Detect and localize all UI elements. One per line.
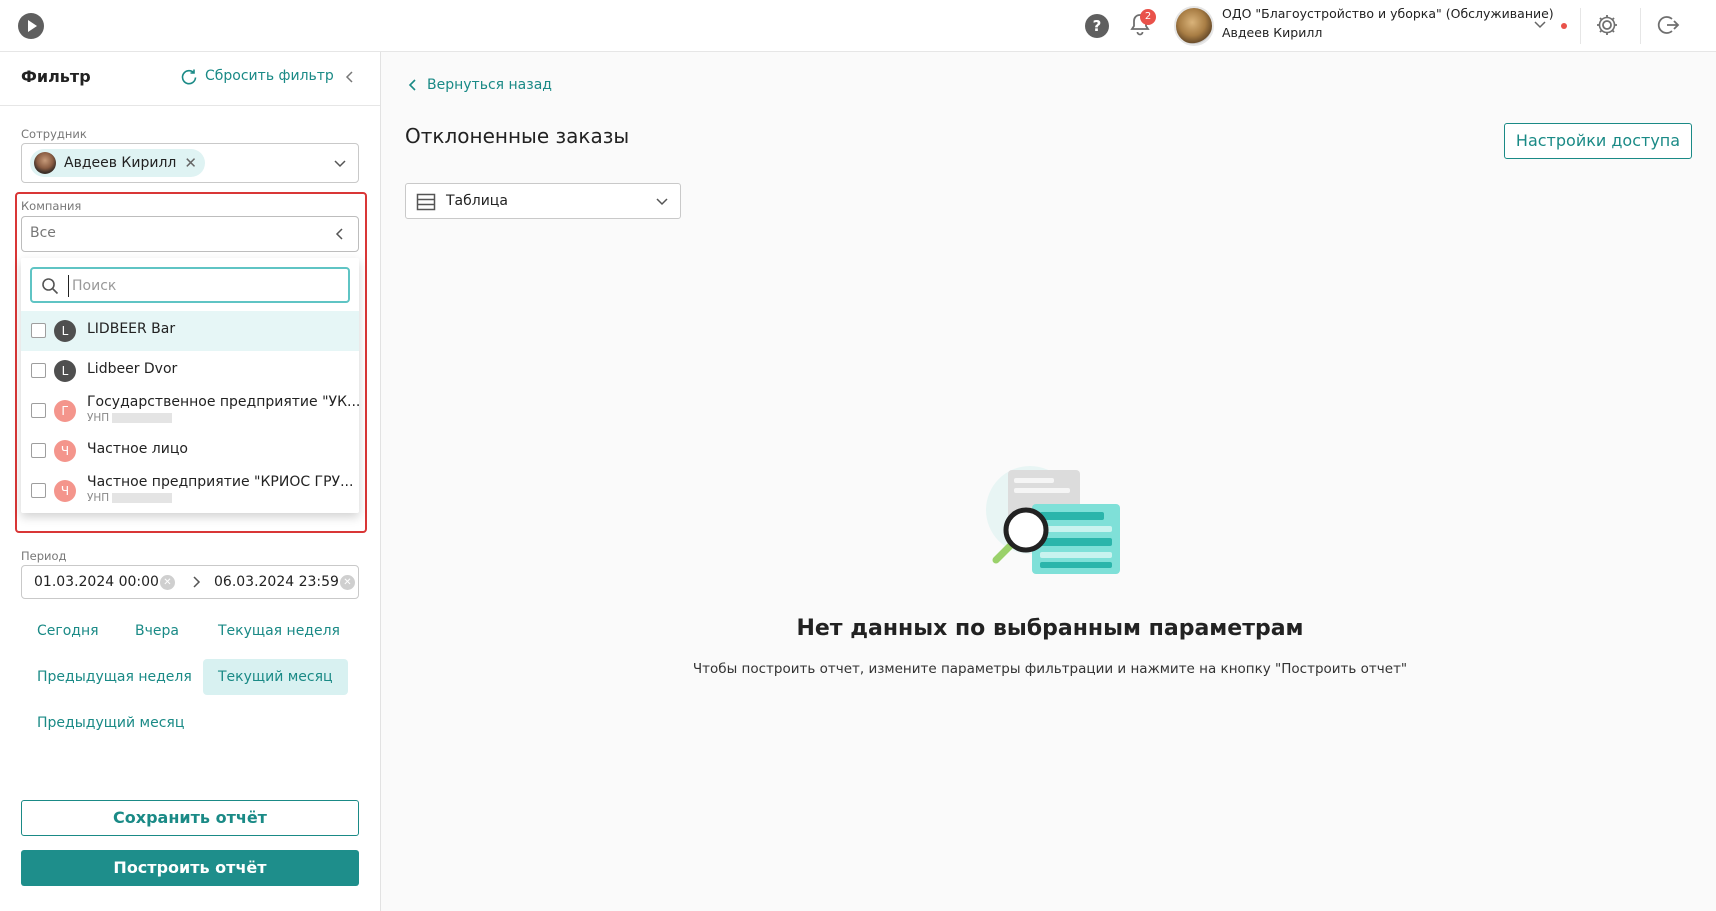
chevron-down-icon[interactable] — [332, 155, 348, 171]
view-label: Таблица — [446, 193, 508, 209]
company-search[interactable] — [30, 267, 350, 303]
logout-icon[interactable] — [1655, 12, 1681, 38]
user-name[interactable]: Авдеев Кирилл — [1222, 25, 1322, 40]
period-label: Период — [21, 549, 67, 563]
list-item[interactable]: Г Государственное предприятие "УК... УНП — [21, 391, 359, 431]
close-icon[interactable]: ✕ — [184, 154, 197, 172]
back-label: Вернуться назад — [427, 77, 552, 93]
filter-header: Фильтр Сбросить фильтр — [0, 52, 380, 106]
help-icon[interactable]: ? — [1085, 14, 1109, 38]
company-select[interactable]: Все — [21, 216, 359, 252]
unp-label: УНП — [87, 492, 110, 504]
company-dropdown: L LIDBEER Bar L Lidbeer Dvor Г Государст… — [21, 258, 359, 513]
avatar: Г — [54, 400, 76, 422]
chevron-left-icon — [408, 79, 416, 91]
company-option-label: LIDBEER Bar — [87, 321, 176, 337]
period-to[interactable]: 06.03.2024 23:59 — [214, 574, 339, 590]
play-logo-icon[interactable] — [18, 13, 44, 39]
clear-icon[interactable]: ✕ — [160, 575, 175, 590]
company-option-label: Частное предприятие "КРИОС ГРУ... — [87, 474, 354, 490]
empty-state-title: Нет данных по выбранным параметрам — [796, 616, 1304, 641]
access-settings-button[interactable]: Настройки доступа — [1504, 123, 1692, 159]
organization-name[interactable]: ОДО "Благоустройство и уборка" (Обслужив… — [1222, 6, 1554, 21]
range-previous-month[interactable]: Предыдущий месяц — [22, 705, 199, 741]
reset-icon[interactable] — [180, 68, 198, 86]
avatar: Ч — [54, 480, 76, 502]
avatar: L — [54, 360, 76, 382]
back-link[interactable]: Вернуться назад — [407, 77, 552, 93]
list-item[interactable]: L Lidbeer Dvor — [21, 351, 359, 391]
chevron-left-icon[interactable] — [332, 226, 348, 242]
employee-chip-label: Авдеев Кирилл — [64, 155, 177, 171]
build-report-button[interactable]: Построить отчёт — [21, 850, 359, 886]
search-input[interactable] — [68, 275, 338, 297]
user-avatar[interactable] — [1174, 6, 1214, 46]
employee-chip[interactable]: Авдеев Кирилл ✕ — [30, 149, 205, 177]
period-from[interactable]: 01.03.2024 00:00 — [34, 574, 159, 590]
chevron-right-icon — [193, 576, 201, 588]
redacted-value — [112, 493, 173, 503]
search-icon — [42, 278, 59, 295]
empty-search-illustration — [986, 466, 1120, 574]
checkbox[interactable] — [31, 323, 46, 338]
notification-badge: 2 — [1140, 9, 1156, 25]
avatar: L — [54, 320, 76, 342]
view-select[interactable]: Таблица — [405, 183, 681, 219]
redacted-value — [112, 413, 173, 423]
period-range[interactable]: 01.03.2024 00:00 ✕ 06.03.2024 23:59 ✕ — [21, 565, 359, 599]
employee-label: Сотрудник — [21, 127, 87, 141]
company-option-label: Lidbeer Dvor — [87, 361, 178, 377]
gear-icon[interactable] — [1594, 12, 1620, 38]
divider — [1640, 8, 1641, 44]
save-report-button[interactable]: Сохранить отчёт — [21, 800, 359, 836]
list-item[interactable]: Ч Частное лицо — [21, 431, 359, 471]
company-option-sub: УНП — [87, 412, 173, 424]
divider — [1580, 8, 1581, 44]
checkbox[interactable] — [31, 443, 46, 458]
range-current-week[interactable]: Текущая неделя — [203, 613, 355, 649]
list-item[interactable]: L LIDBEER Bar — [21, 311, 359, 351]
chevron-left-icon[interactable] — [342, 69, 358, 85]
company-option-label: Государственное предприятие "УК... — [87, 394, 359, 410]
chevron-down-icon[interactable] — [654, 193, 670, 209]
employee-select[interactable]: Авдеев Кирилл ✕ — [21, 143, 359, 183]
checkbox[interactable] — [31, 403, 46, 418]
reset-filter-button[interactable]: Сбросить фильтр — [205, 68, 334, 84]
range-today[interactable]: Сегодня — [22, 613, 114, 649]
company-option-label: Частное лицо — [87, 441, 188, 457]
range-yesterday[interactable]: Вчера — [120, 613, 194, 649]
avatar: Ч — [54, 440, 76, 462]
top-bar: ? 2 ОДО "Благоустройство и уборка" (Обсл… — [0, 0, 1716, 52]
checkbox[interactable] — [31, 483, 46, 498]
status-dot — [1561, 23, 1567, 29]
clear-icon[interactable]: ✕ — [340, 575, 355, 590]
filter-title: Фильтр — [21, 67, 91, 86]
company-label: Компания — [21, 199, 82, 213]
range-previous-week[interactable]: Предыдущая неделя — [22, 659, 207, 695]
chevron-down-icon[interactable] — [1532, 16, 1548, 32]
unp-label: УНП — [87, 412, 110, 424]
range-current-month[interactable]: Текущий месяц — [203, 659, 348, 695]
table-icon — [416, 193, 436, 211]
page-title: Отклоненные заказы — [405, 124, 630, 148]
checkbox[interactable] — [31, 363, 46, 378]
list-item[interactable]: Ч Частное предприятие "КРИОС ГРУ... УНП — [21, 471, 359, 511]
avatar — [34, 152, 56, 174]
empty-state-text: Чтобы построить отчет, измените параметр… — [692, 661, 1408, 677]
company-value: Все — [30, 225, 56, 241]
company-option-sub: УНП — [87, 492, 173, 504]
